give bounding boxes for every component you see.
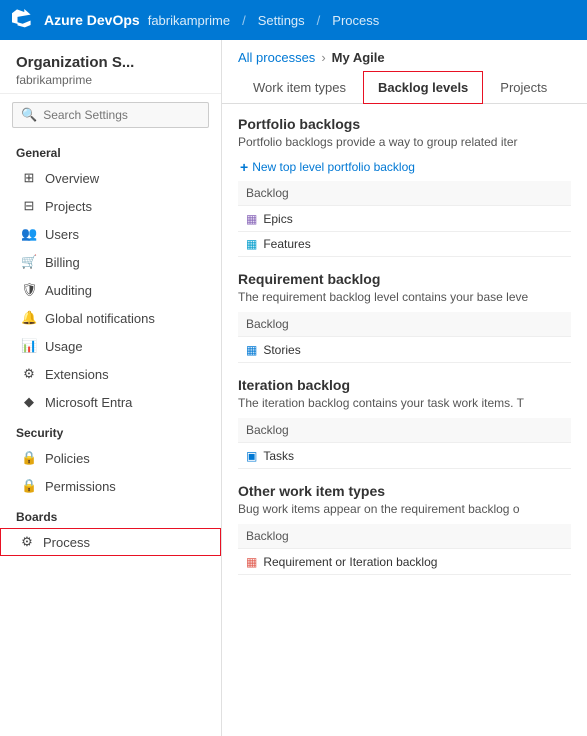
req-iteration-label: Requirement or Iteration backlog: [263, 555, 437, 569]
list-item[interactable]: ▦ Epics: [238, 207, 571, 232]
search-box[interactable]: 🔍: [12, 102, 209, 128]
section-title-general: General: [0, 136, 221, 164]
breadcrumb-arrow: ›: [321, 50, 325, 65]
epics-label: Epics: [263, 212, 292, 226]
sidebar-item-label: Overview: [45, 171, 99, 186]
sidebar-item-label: Global notifications: [45, 311, 155, 326]
org-header: Organization S... fabrikamprime: [0, 40, 221, 94]
iteration-backlog-label: Backlog: [238, 418, 571, 443]
sidebar-item-users[interactable]: 👥 Users: [0, 220, 221, 248]
epics-icon: ▦: [246, 212, 257, 226]
tab-projects[interactable]: Projects: [485, 71, 562, 104]
other-work-item-types: Other work item types Bug work items app…: [238, 483, 571, 575]
sidebar-item-label: Billing: [45, 255, 80, 270]
process-link[interactable]: Process: [332, 13, 379, 28]
tab-work-item-types[interactable]: Work item types: [238, 71, 361, 104]
portfolio-backlogs-desc: Portfolio backlogs provide a way to grou…: [238, 135, 571, 149]
process-nav-icon: ⚙: [19, 534, 35, 550]
users-icon: 👥: [21, 226, 37, 242]
sidebar-item-policies[interactable]: 🔒 Policies: [0, 444, 221, 472]
sidebar-item-label: Extensions: [45, 367, 109, 382]
sidebar-item-usage[interactable]: 📊 Usage: [0, 332, 221, 360]
portfolio-backlog-label: Backlog: [238, 181, 571, 206]
permissions-icon: 🔒: [21, 478, 37, 494]
sidebar-item-projects[interactable]: ⊟ Projects: [0, 192, 221, 220]
billing-icon: 🛒: [21, 254, 37, 270]
sidebar-item-billing[interactable]: 🛒 Billing: [0, 248, 221, 276]
portfolio-backlogs-section: Portfolio backlogs Portfolio backlogs pr…: [222, 104, 587, 601]
iteration-backlog: Iteration backlog The iteration backlog …: [238, 377, 571, 469]
entra-icon: ◆: [21, 394, 37, 410]
sidebar-item-label: Process: [43, 535, 90, 550]
sidebar-item-permissions[interactable]: 🔒 Permissions: [0, 472, 221, 500]
tab-bar: Work item types Backlog levels Projects: [222, 71, 587, 104]
brand-label: Azure DevOps: [44, 12, 140, 28]
stories-label: Stories: [263, 343, 300, 357]
settings-link[interactable]: Settings: [258, 13, 305, 28]
requirement-backlog-label: Backlog: [238, 312, 571, 337]
sidebar-item-label: Usage: [45, 339, 83, 354]
breadcrumb: All processes › My Agile: [222, 40, 587, 71]
org-name: Organization S...: [16, 54, 205, 71]
overview-icon: ⊞: [21, 170, 37, 186]
tab-backlog-levels[interactable]: Backlog levels: [363, 71, 483, 104]
sidebar-item-process[interactable]: ⚙ Process: [0, 528, 221, 556]
top-nav: Azure DevOps fabrikamprime / Settings / …: [0, 0, 587, 40]
search-input[interactable]: [43, 108, 200, 122]
features-icon: ▦: [246, 237, 257, 251]
notifications-icon: 🔔: [21, 310, 37, 326]
breadcrumb-current: My Agile: [332, 50, 385, 65]
add-portfolio-label: New top level portfolio backlog: [252, 160, 415, 174]
sidebar-item-label: Policies: [45, 451, 90, 466]
sidebar-item-label: Users: [45, 227, 79, 242]
other-work-item-types-title: Other work item types: [238, 483, 571, 499]
iteration-backlog-title: Iteration backlog: [238, 377, 571, 393]
stories-icon: ▦: [246, 343, 257, 357]
sidebar-item-auditing[interactable]: 🛡 Auditing: [0, 276, 221, 304]
iteration-backlog-desc: The iteration backlog contains your task…: [238, 396, 571, 410]
add-portfolio-backlog-button[interactable]: + New top level portfolio backlog: [238, 157, 571, 181]
content-area: All processes › My Agile Work item types…: [222, 40, 587, 736]
section-title-boards: Boards: [0, 500, 221, 528]
tasks-icon: ▣: [246, 449, 257, 463]
nav-sep-2: /: [317, 13, 321, 28]
nav-sep-1: /: [242, 13, 246, 28]
org-sub: fabrikamprime: [16, 73, 205, 87]
sidebar-item-label: Microsoft Entra: [45, 395, 132, 410]
list-item[interactable]: ▦ Features: [238, 232, 571, 257]
sidebar: Organization S... fabrikamprime 🔍 Genera…: [0, 40, 222, 736]
projects-icon: ⊟: [21, 198, 37, 214]
requirement-backlog-desc: The requirement backlog level contains y…: [238, 290, 571, 304]
other-backlog-label: Backlog: [238, 524, 571, 549]
requirement-backlog-title: Requirement backlog: [238, 271, 571, 287]
sidebar-item-overview[interactable]: ⊞ Overview: [0, 164, 221, 192]
sidebar-item-label: Auditing: [45, 283, 92, 298]
list-item[interactable]: ▦ Requirement or Iteration backlog: [238, 550, 571, 575]
sidebar-item-global-notifications[interactable]: 🔔 Global notifications: [0, 304, 221, 332]
breadcrumb-parent[interactable]: All processes: [238, 50, 315, 65]
features-label: Features: [263, 237, 310, 251]
main-layout: Organization S... fabrikamprime 🔍 Genera…: [0, 40, 587, 736]
other-work-item-types-desc: Bug work items appear on the requirement…: [238, 502, 571, 516]
list-item[interactable]: ▦ Stories: [238, 338, 571, 363]
requirement-backlog: Requirement backlog The requirement back…: [238, 271, 571, 363]
sidebar-item-microsoft-entra[interactable]: ◆ Microsoft Entra: [0, 388, 221, 416]
list-item[interactable]: ▣ Tasks: [238, 444, 571, 469]
usage-icon: 📊: [21, 338, 37, 354]
tasks-label: Tasks: [263, 449, 294, 463]
auditing-icon: 🛡: [21, 282, 37, 298]
sidebar-item-label: Projects: [45, 199, 92, 214]
policies-icon: 🔒: [21, 450, 37, 466]
add-icon: +: [240, 159, 248, 175]
search-icon: 🔍: [21, 107, 37, 123]
section-title-security: Security: [0, 416, 221, 444]
req-iteration-icon: ▦: [246, 555, 257, 569]
extensions-icon: ⚙: [21, 366, 37, 382]
portfolio-backlogs-title: Portfolio backlogs: [238, 116, 571, 132]
sidebar-item-label: Permissions: [45, 479, 116, 494]
sidebar-item-extensions[interactable]: ⚙ Extensions: [0, 360, 221, 388]
org-link[interactable]: fabrikamprime: [148, 13, 230, 28]
azure-devops-logo-icon: [12, 8, 32, 33]
portfolio-backlogs: Portfolio backlogs Portfolio backlogs pr…: [238, 116, 571, 257]
